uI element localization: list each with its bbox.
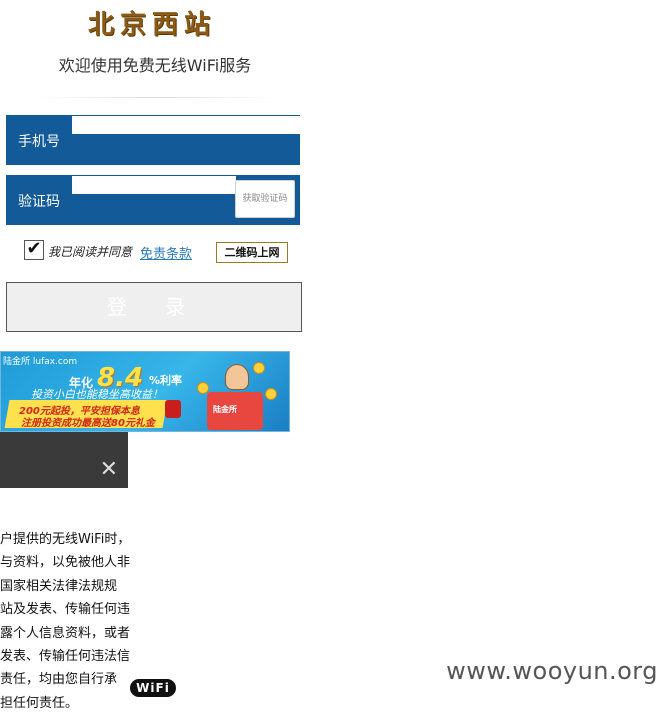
notice-line: 户提供的无线WiFi时， bbox=[0, 532, 131, 547]
ad-banner[interactable]: 陆金所 lufax.com 年化 8.4 %利率 投资小白也能稳坐高收益！ 20… bbox=[0, 351, 290, 432]
login-button[interactable]: 登 录 bbox=[6, 282, 302, 332]
notice-line: 发表、传输任何违法信 bbox=[0, 649, 131, 665]
notice-line: 国家相关法律法规规 bbox=[0, 578, 118, 594]
checkmark-icon: ✔ bbox=[26, 238, 42, 259]
welcome-text: 欢迎使用免费无线WiFi服务 bbox=[58, 56, 252, 75]
coin-icon bbox=[253, 362, 265, 374]
notice-line: 责任，均由您自行承 bbox=[0, 672, 118, 688]
code-label: 验证码 bbox=[18, 194, 60, 210]
close-icon[interactable]: ✕ bbox=[100, 457, 118, 482]
phone-field: 手机号 bbox=[6, 115, 302, 165]
agree-text: 我已阅读并同意 bbox=[48, 245, 133, 259]
phone-input[interactable] bbox=[72, 116, 302, 134]
code-input[interactable] bbox=[72, 176, 236, 194]
watermark: www.wooyun.org bbox=[446, 657, 658, 685]
phone-label: 手机号 bbox=[18, 134, 60, 150]
notice-line: 担任何责任。 bbox=[0, 695, 79, 711]
wifi-logo-icon: WiFi bbox=[130, 679, 176, 697]
notice-line: 站及发表、传输任何违 bbox=[0, 602, 131, 618]
ad-brand: 陆金所 lufax.com bbox=[3, 357, 78, 367]
notice-text: 户提供的无线WiFi时， 与资料，以免被他人非 国家相关法律法规规 站及发表、传… bbox=[0, 528, 140, 715]
get-code-button[interactable]: 获取验证码 bbox=[235, 180, 295, 218]
disclaimer-link[interactable]: 免责条款 bbox=[140, 243, 192, 262]
station-logo: 北京西站 bbox=[88, 10, 217, 40]
qr-login-button[interactable]: 二维码上网 bbox=[216, 242, 288, 263]
coin-icon bbox=[197, 382, 209, 394]
notice-line: 与资料，以免被他人非 bbox=[0, 555, 131, 571]
code-field: 验证码 获取验证码 bbox=[6, 175, 300, 225]
ad-line-bonus: 注册投资成功最高送80元礼金 bbox=[21, 418, 155, 429]
agree-checkbox[interactable]: ✔ bbox=[24, 240, 44, 260]
coin-icon bbox=[265, 388, 277, 400]
overlay-panel: ✕ bbox=[0, 432, 128, 488]
notice-line: 露个人信息资料，或者 bbox=[0, 625, 131, 641]
divider bbox=[38, 97, 278, 98]
mascot-icon bbox=[225, 364, 249, 390]
ad-box-label: 陆金所 bbox=[213, 405, 237, 414]
lock-icon bbox=[165, 400, 181, 418]
